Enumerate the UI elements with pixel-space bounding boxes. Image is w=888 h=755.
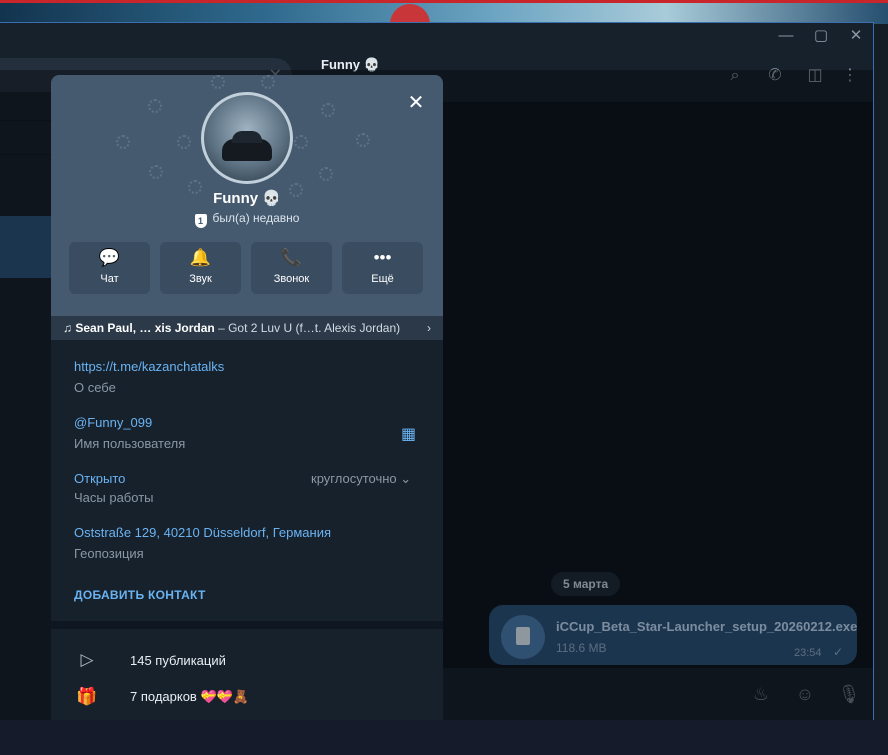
more-button-label: Ещё (371, 273, 394, 285)
phone-icon: 📞 (280, 248, 303, 267)
bio-value[interactable]: https://t.me/kazanchatalks (74, 359, 224, 374)
profile-name: Funny 💀 (213, 190, 281, 207)
pattern-decoration (356, 133, 370, 147)
more-dots-icon: ••• (373, 248, 392, 267)
music-artist: Sean Paul, … xis Jordan (75, 321, 215, 335)
music-note-icon: ♫ (63, 321, 76, 335)
sound-button-label: Звук (189, 273, 212, 285)
car-image (222, 131, 272, 161)
pattern-decoration (294, 135, 308, 149)
pattern-decoration (321, 103, 335, 117)
pattern-decoration (261, 75, 275, 89)
chat-bubble-icon: 💬 (98, 248, 121, 267)
hours-schedule[interactable]: круглосуточно ⌄ (311, 471, 411, 487)
add-contact-button[interactable]: ДОБАВИТЬ КОНТАКТ (74, 588, 206, 602)
profile-status: 1 был(а) недавно (51, 211, 443, 228)
chevron-right-icon: › (427, 321, 431, 335)
bio-label: О себе (74, 380, 116, 395)
pattern-decoration (149, 165, 163, 179)
wallpaper-decoration (390, 4, 430, 24)
close-icon[interactable]: ✕ (846, 26, 866, 46)
username-label: Имя пользователя (74, 436, 186, 451)
pattern-decoration (116, 135, 130, 149)
verification-badge-icon: 1 (194, 214, 207, 228)
qr-code-icon[interactable]: ▦ (401, 424, 419, 443)
maximize-icon[interactable]: ▢ (811, 26, 831, 46)
taskbar (0, 720, 888, 755)
pattern-decoration (319, 167, 333, 181)
avatar[interactable] (201, 92, 293, 184)
gifts-count[interactable]: 7 подарков 💝💝🧸 (130, 689, 249, 705)
location-label: Геопозиция (74, 546, 144, 561)
status-text: был(а) недавно (212, 211, 300, 225)
bell-icon: 🔔 (189, 248, 212, 267)
music-track-bar[interactable]: ♫ Sean Paul, … xis Jordan – Got 2 Luv U … (51, 316, 443, 340)
sound-button[interactable]: 🔔 Звук (160, 242, 241, 294)
hours-status[interactable]: Открыто (74, 471, 125, 486)
chevron-down-icon: ⌄ (400, 471, 412, 486)
profile-header: ✕ Funny 💀 1 был(а) недавно 💬 Чат 🔔 Звук 📞… (51, 75, 443, 316)
call-button[interactable]: 📞 Звонок (251, 242, 332, 294)
posts-count[interactable]: 145 публикаций (130, 653, 226, 668)
profile-popup: ✕ Funny 💀 1 был(а) недавно 💬 Чат 🔔 Звук 📞… (51, 75, 443, 720)
pattern-decoration (177, 135, 191, 149)
username-value[interactable]: @Funny_099 (74, 415, 152, 430)
music-title: – Got 2 Luv U (f…t. Alexis Jordan) (214, 321, 401, 335)
hours-label: Часы работы (74, 490, 154, 505)
desktop-wallpaper (0, 0, 888, 24)
chat-button-label: Чат (100, 273, 119, 285)
gift-icon: 🎁 (76, 687, 98, 706)
call-button-label: Звонок (273, 273, 310, 285)
minimize-icon[interactable]: — (776, 26, 796, 46)
hours-schedule-text: круглосуточно (311, 471, 397, 486)
location-value[interactable]: Oststraße 129, 40210 Düsseldorf, Германи… (74, 525, 331, 540)
section-separator (51, 621, 443, 629)
posts-icon: ▷ (80, 650, 94, 669)
more-button[interactable]: ••• Ещё (342, 242, 423, 294)
title-bar: — ▢ ✕ (0, 23, 873, 48)
pattern-decoration (148, 99, 162, 113)
chat-button[interactable]: 💬 Чат (69, 242, 150, 294)
wallpaper-stripe (0, 0, 888, 3)
close-icon[interactable]: ✕ (406, 93, 426, 113)
pattern-decoration (211, 75, 225, 89)
